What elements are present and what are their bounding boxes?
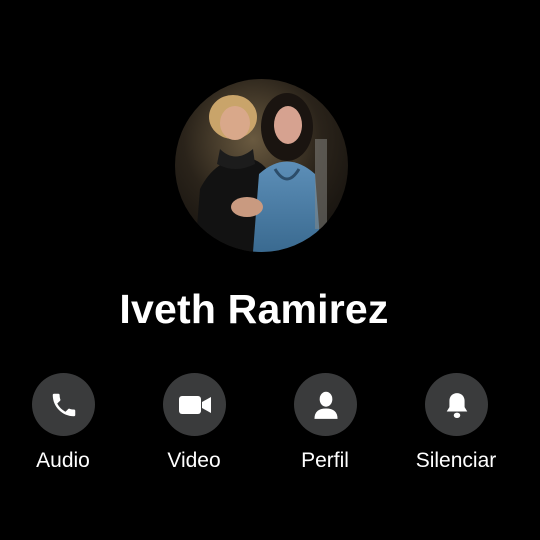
profile-button-circle[interactable] — [294, 373, 357, 436]
mute-button[interactable]: Silenciar — [401, 373, 511, 483]
phone-icon — [52, 393, 75, 416]
mute-label: Silenciar — [415, 449, 497, 472]
video-call-button[interactable]: Video — [139, 373, 249, 483]
audio-label: Audio — [36, 449, 90, 472]
contact-name: Iveth Ramirez — [119, 286, 389, 332]
audio-button-circle[interactable] — [32, 373, 95, 436]
contact-avatar[interactable] — [175, 79, 348, 252]
avatar-photo — [175, 79, 348, 252]
video-camera-icon — [178, 395, 211, 414]
profile-label: Perfil — [301, 449, 349, 472]
person-icon — [313, 391, 338, 419]
video-button-circle[interactable] — [163, 373, 226, 436]
mute-button-circle[interactable] — [425, 373, 488, 436]
video-label: Video — [167, 449, 221, 472]
call-actions-bar: Audio Video Perfil Silenciar — [0, 373, 540, 483]
profile-button[interactable]: Perfil — [270, 373, 380, 483]
audio-call-button[interactable]: Audio — [8, 373, 118, 483]
bell-icon — [446, 392, 467, 418]
